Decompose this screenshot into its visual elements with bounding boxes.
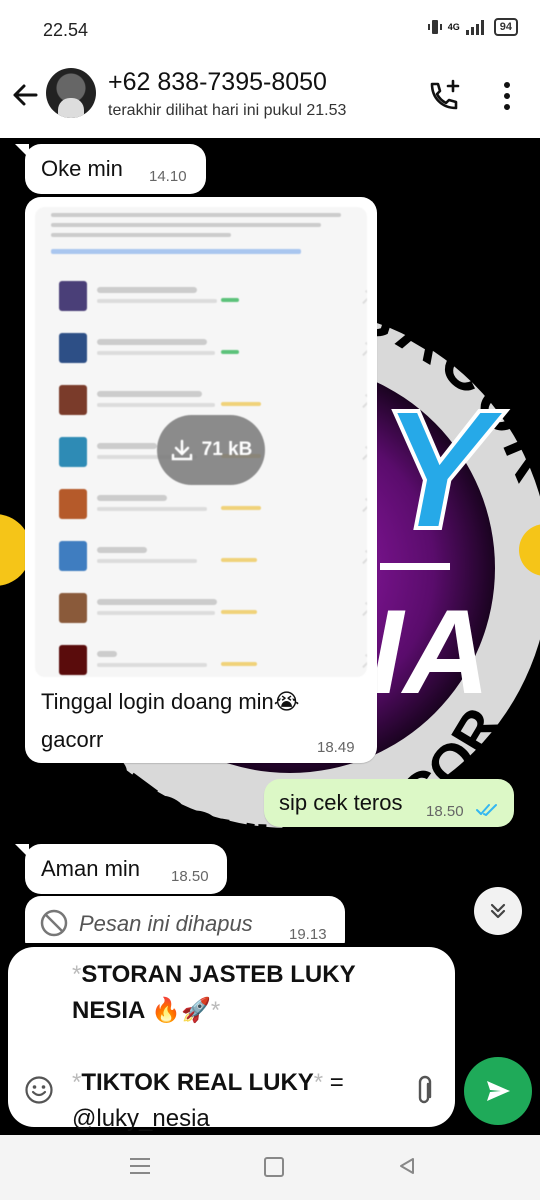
composer-area: *STORAN JASTEB LUKY NESIA 🔥🚀* *TIKTOK RE… [0,943,540,1135]
vibrate-icon [427,20,442,34]
back-arrow-icon[interactable] [8,78,42,112]
avatar[interactable] [46,68,96,118]
more-options-icon[interactable] [496,80,518,112]
message-input[interactable]: *STORAN JASTEB LUKY NESIA 🔥🚀* *TIKTOK RE… [8,947,455,1132]
message-text: Oke min [41,156,123,181]
download-button[interactable]: 71 kB [157,415,265,485]
send-icon [487,1081,510,1101]
message-time: 18.49 [317,739,355,756]
signal-icon [465,20,484,35]
recent-apps-icon[interactable] [130,1157,150,1175]
paperclip-icon[interactable] [412,1075,436,1107]
status-time: 22.54 [43,20,89,40]
contact-name[interactable]: +62 838-7395-8050 [108,68,327,97]
message-time: 14.10 [149,168,187,185]
wallpaper-center-top: Y [380,375,507,565]
double-chevron-down-icon [490,903,506,919]
image-caption-line2: gacorr [41,727,104,752]
download-size: 71 kB [201,439,253,460]
message-time: 18.50 [426,803,464,820]
blocked-icon [40,909,68,937]
deleted-message-text: Pesan ini dihapus [79,911,253,936]
status-bar: 22.54 4G 94 [0,0,540,62]
message-text: sip cek teros [279,790,403,815]
last-seen: terakhir dilihat hari ini pukul 21.53 [108,102,347,119]
nav-back-icon[interactable] [398,1157,416,1175]
scroll-to-bottom-button[interactable] [474,887,522,935]
download-icon [171,439,192,461]
image-message-bubble[interactable]: 71 kB Tinggal login doang min😭 gacorr 18… [25,197,377,763]
message-time: 19.13 [289,926,327,943]
input-line-2: TIKTOK REAL LUKY [81,1069,314,1096]
message-time: 18.50 [171,868,209,885]
deleted-message-bubble[interactable]: Pesan ini dihapus 19.13 [25,896,345,943]
message-image[interactable]: 71 kB [35,207,367,677]
home-icon[interactable] [264,1157,284,1177]
image-caption-line1: Tinggal login doang min😭 [41,689,300,714]
message-bubble-out[interactable]: sip cek teros 18.50 [264,779,514,827]
wallpaper-center-bottom: IA [370,585,490,719]
input-line-3: @luky_nesia [72,1105,210,1132]
send-button[interactable] [464,1057,532,1125]
battery-icon: 94 [493,18,518,36]
message-text: Aman min [41,856,141,881]
message-input-text[interactable]: *STORAN JASTEB LUKY NESIA 🔥🚀* *TIKTOK RE… [72,957,402,1137]
status-icons: 4G 94 [427,18,518,36]
message-bubble-in[interactable]: Aman min 18.50 [15,844,227,894]
add-call-icon[interactable] [426,78,462,114]
chat-header: +62 838-7395-8050 terakhir dilihat hari … [0,62,540,138]
read-receipt-icon [476,804,497,816]
network-type: 4G [447,21,460,32]
emoji-icon[interactable] [24,1075,54,1105]
system-nav-bar [0,1135,540,1200]
chat-area[interactable]: T GACOR RESSULT GACOR Y IA Oke min 14.10 [0,138,540,943]
message-bubble-in[interactable]: Oke min 14.10 [15,144,206,194]
